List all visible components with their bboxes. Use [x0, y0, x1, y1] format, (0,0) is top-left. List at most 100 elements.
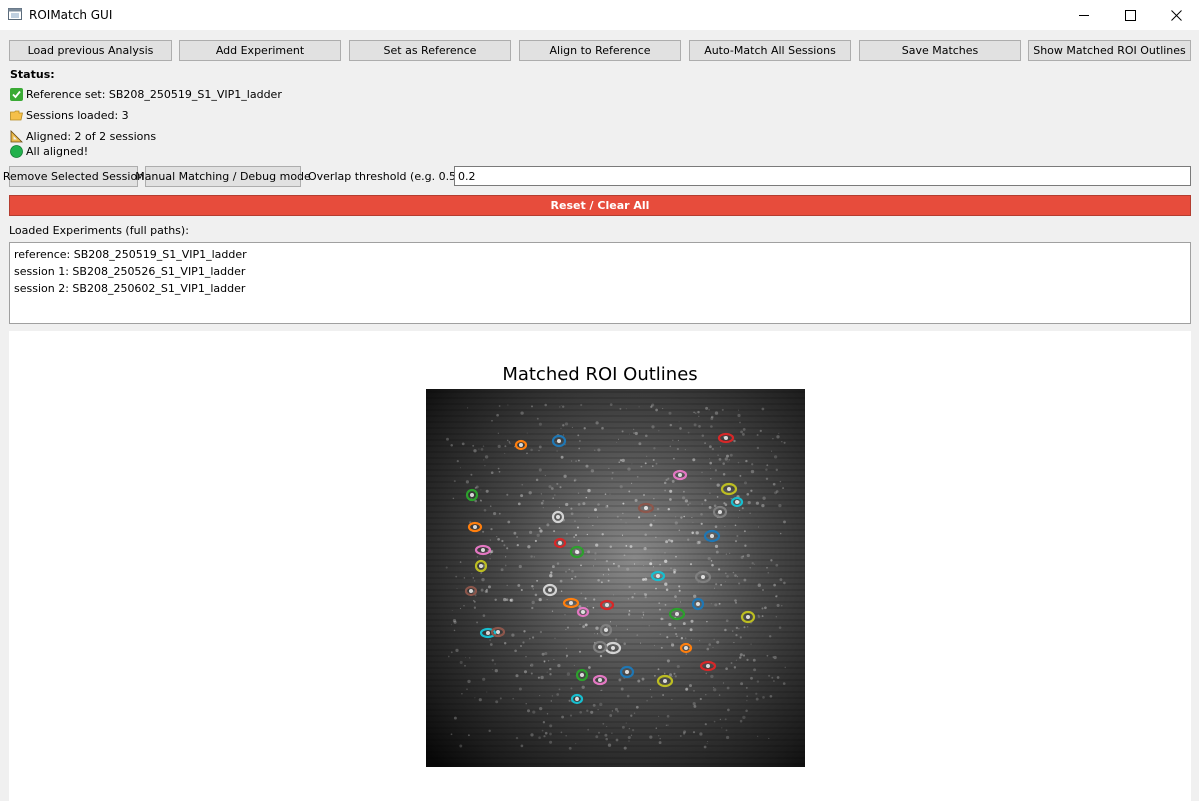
image-speckle	[480, 572, 483, 574]
set-as-reference-button[interactable]: Set as Reference	[349, 40, 511, 61]
image-speckle	[628, 490, 631, 493]
image-speckle	[600, 581, 603, 584]
image-speckle	[674, 595, 677, 598]
image-speckle	[626, 694, 630, 698]
manual-matching-debug-button[interactable]: Manual Matching / Debug mode	[135, 166, 311, 187]
show-matched-roi-outlines-button[interactable]: Show Matched ROI Outlines	[1028, 40, 1191, 61]
image-speckle	[704, 442, 706, 444]
image-speckle	[658, 735, 660, 737]
image-speckle	[655, 462, 658, 465]
image-speckle	[604, 733, 608, 737]
image-speckle	[640, 642, 642, 644]
image-speckle	[750, 643, 752, 645]
image-speckle	[516, 535, 519, 539]
image-speckle	[508, 441, 511, 443]
image-speckle	[525, 655, 527, 658]
image-speckle	[503, 641, 507, 645]
image-speckle	[605, 737, 608, 741]
image-speckle	[745, 459, 748, 463]
minimize-button[interactable]	[1061, 0, 1107, 30]
image-speckle	[541, 729, 544, 732]
reference-text: Reference set: SB208_250519_S1_VIP1_ladd…	[26, 88, 282, 101]
image-speckle	[679, 427, 682, 430]
image-speckle	[588, 516, 590, 518]
image-speckle	[689, 684, 692, 688]
list-item[interactable]: reference: SB208_250519_S1_VIP1_ladder	[14, 246, 1186, 263]
image-speckle	[528, 637, 531, 640]
loaded-experiments-list[interactable]: reference: SB208_250519_S1_VIP1_ladder s…	[9, 242, 1191, 324]
image-speckle	[470, 473, 473, 476]
image-speckle	[607, 743, 612, 747]
image-speckle	[685, 687, 689, 691]
image-speckle	[582, 502, 586, 506]
image-speckle	[566, 626, 570, 629]
image-speckle	[585, 496, 588, 499]
save-matches-button[interactable]: Save Matches	[859, 40, 1021, 61]
image-speckle	[538, 736, 541, 740]
image-speckle	[664, 489, 666, 492]
image-speckle	[735, 601, 737, 604]
image-speckle	[730, 662, 733, 664]
roi-center	[727, 487, 731, 491]
image-speckle	[452, 618, 457, 623]
image-speckle	[622, 512, 624, 514]
image-speckle	[586, 709, 589, 712]
reset-clear-all-button[interactable]: Reset / Clear All	[9, 195, 1191, 216]
image-speckle	[660, 646, 663, 649]
roi-center	[481, 548, 485, 552]
image-speckle	[669, 445, 672, 448]
image-speckle	[743, 626, 746, 629]
image-speckle	[616, 515, 619, 518]
image-speckle	[626, 567, 630, 571]
image-speckle	[531, 606, 534, 610]
image-speckle	[735, 634, 738, 637]
image-speckle	[692, 702, 696, 706]
auto-match-all-sessions-button[interactable]: Auto-Match All Sessions	[689, 40, 851, 61]
image-speckle	[611, 710, 614, 712]
image-speckle	[565, 629, 567, 630]
image-speckle	[544, 731, 548, 735]
roi-center	[558, 541, 562, 545]
image-speckle	[494, 663, 496, 665]
sessions-text: Sessions loaded: 3	[26, 109, 129, 122]
image-speckle	[653, 674, 656, 677]
image-speckle	[621, 458, 625, 463]
image-speckle	[701, 434, 705, 437]
image-speckle	[478, 448, 480, 450]
image-speckle	[756, 446, 760, 450]
remove-selected-session-button[interactable]: Remove Selected Session	[3, 166, 144, 187]
image-speckle	[561, 715, 565, 719]
image-speckle	[705, 694, 707, 696]
image-speckle	[489, 539, 492, 541]
list-item[interactable]: session 2: SB208_250602_S1_VIP1_ladder	[14, 280, 1186, 297]
image-speckle	[664, 552, 666, 554]
list-item[interactable]: session 1: SB208_250526_S1_VIP1_ladder	[14, 263, 1186, 280]
load-previous-analysis-button[interactable]: Load previous Analysis	[9, 40, 172, 61]
image-speckle	[719, 718, 722, 721]
image-speckle	[540, 493, 542, 495]
image-speckle	[649, 735, 653, 739]
image-speckle	[530, 448, 533, 452]
image-speckle	[565, 734, 567, 737]
image-speckle	[573, 664, 575, 666]
roi-center	[696, 602, 700, 606]
image-speckle	[739, 421, 741, 424]
image-speckle	[633, 428, 635, 430]
overlap-threshold-input[interactable]	[454, 166, 1191, 186]
image-speckle	[595, 421, 599, 425]
image-speckle	[650, 558, 652, 561]
image-speckle	[483, 508, 487, 512]
image-speckle	[779, 532, 782, 535]
image-speckle	[684, 499, 689, 503]
image-speckle	[621, 725, 625, 729]
close-button[interactable]	[1153, 0, 1199, 30]
align-to-reference-button[interactable]: Align to Reference	[519, 40, 681, 61]
image-speckle	[773, 455, 778, 459]
maximize-button[interactable]	[1107, 0, 1153, 30]
image-speckle	[472, 577, 475, 579]
image-speckle	[482, 614, 486, 617]
add-experiment-button[interactable]: Add Experiment	[179, 40, 341, 61]
image-speckle	[666, 714, 670, 718]
image-speckle	[513, 531, 517, 535]
image-speckle	[565, 656, 568, 658]
